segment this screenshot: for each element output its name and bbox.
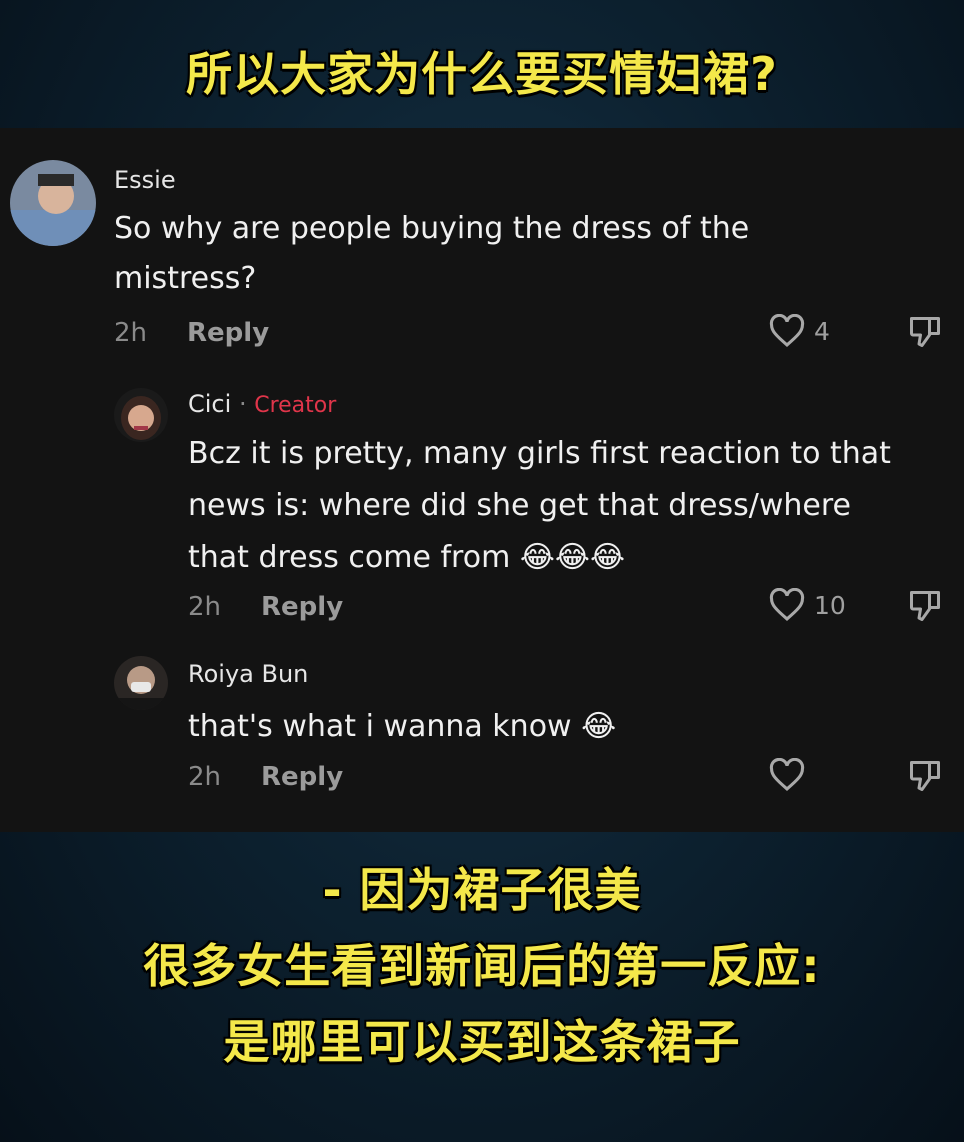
heart-icon	[769, 314, 805, 347]
comment-author: Cici · Creator	[188, 390, 336, 418]
comment-text: So why are people buying the dress of th…	[114, 204, 874, 304]
bottom-caption: - 因为裙子很美 很多女生看到新闻后的第一反应: 是哪里可以买到这条裙子	[0, 852, 964, 1080]
comment-author[interactable]: Essie	[114, 166, 176, 194]
comment-text: that's what i wanna know 😂	[188, 702, 948, 752]
separator-dot: ·	[238, 390, 247, 418]
top-caption: 所以大家为什么要买情妇裙?	[186, 47, 778, 101]
comment-text-line: that dress come from 😂😂😂	[188, 532, 948, 584]
comment-time: 2h	[188, 592, 222, 622]
thumbs-down-icon	[910, 761, 940, 791]
heart-icon	[769, 588, 805, 621]
dislike-button[interactable]	[906, 758, 944, 798]
avatar-essie[interactable]	[10, 160, 96, 246]
laughing-emoji: 😂	[581, 709, 617, 744]
comment-meta: 2h Reply	[188, 762, 343, 792]
dislike-button[interactable]	[906, 314, 944, 354]
bottom-caption-line: 是哪里可以买到这条裙子	[223, 1015, 741, 1069]
comment-text-line: news is: where did she get that dress/wh…	[188, 488, 851, 523]
comment-time: 2h	[114, 318, 148, 348]
comment-text: Bcz it is pretty, many girls first react…	[188, 428, 948, 584]
comment-text-fragment: that's what i wanna know	[188, 709, 572, 744]
bottom-caption-line: 很多女生看到新闻后的第一反应:	[143, 939, 821, 993]
like-count: 4	[814, 316, 830, 346]
author-name[interactable]: Cici	[188, 390, 231, 418]
comment-text-line: mistress?	[114, 261, 257, 296]
comment-meta: 2h Reply	[114, 318, 269, 348]
comment-text-fragment: that dress come from	[188, 540, 511, 575]
heart-icon	[769, 758, 805, 791]
creator-badge: Creator	[254, 393, 337, 418]
comment-meta: 2h Reply	[188, 592, 343, 622]
like-button[interactable]: 4	[768, 314, 830, 348]
like-button[interactable]	[768, 758, 806, 792]
thumbs-down-icon	[910, 591, 940, 621]
reply-button[interactable]: Reply	[187, 318, 269, 348]
avatar-cici[interactable]	[114, 388, 168, 442]
bottom-caption-line: - 因为裙子很美	[322, 863, 642, 917]
reply-button[interactable]: Reply	[261, 762, 343, 792]
dislike-button[interactable]	[906, 588, 944, 628]
comment-time: 2h	[188, 762, 222, 792]
laughing-emoji: 😂😂😂	[519, 540, 626, 575]
like-button[interactable]: 10	[768, 588, 846, 622]
comment-text-line: Bcz it is pretty, many girls first react…	[188, 436, 891, 471]
comments-panel: Essie So why are people buying the dress…	[0, 128, 964, 832]
avatar-roiya-bun[interactable]	[114, 656, 168, 710]
comment-author[interactable]: Roiya Bun	[188, 660, 308, 688]
reply-button[interactable]: Reply	[261, 592, 343, 622]
comment-text-line: So why are people buying the dress of th…	[114, 211, 750, 246]
thumbs-down-icon	[910, 317, 940, 347]
like-count: 10	[814, 590, 846, 620]
